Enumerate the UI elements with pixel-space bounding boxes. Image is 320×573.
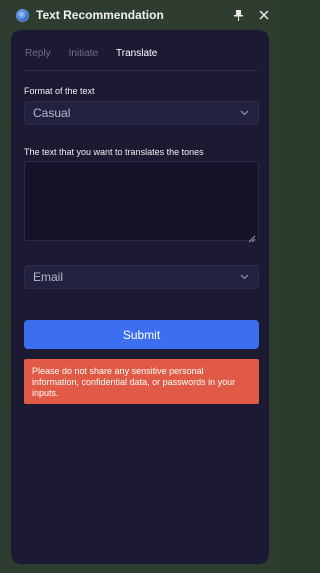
resize-handle-icon[interactable] (248, 230, 256, 243)
submit-button[interactable]: Submit (24, 320, 259, 349)
text-input-area[interactable] (24, 161, 259, 243)
channel-select[interactable]: Email (24, 265, 259, 289)
window-title: Text Recommendation (36, 8, 164, 22)
tab-reply[interactable]: Reply (25, 48, 51, 59)
tab-translate[interactable]: Translate (116, 48, 157, 59)
format-label: Format of the text (24, 86, 95, 96)
tab-initiate[interactable]: Initiate (69, 48, 98, 59)
app-window: Text Recommendation Reply Initiate Trans… (0, 0, 280, 573)
format-select[interactable]: Casual (24, 101, 259, 125)
tab-divider (24, 70, 258, 71)
app-logo-icon (16, 8, 29, 22)
main-panel: Reply Initiate Translate Format of the t… (11, 30, 269, 564)
title-actions (232, 9, 270, 21)
text-input-label: The text that you want to translates the… (24, 147, 204, 157)
channel-select-value: Email (33, 270, 64, 284)
close-icon[interactable] (258, 9, 270, 21)
title-bar: Text Recommendation (0, 0, 280, 30)
chevron-down-icon (240, 272, 250, 282)
format-select-value: Casual (33, 106, 71, 120)
chevron-down-icon (240, 108, 250, 118)
privacy-warning: Please do not share any sensitive person… (24, 359, 259, 404)
pin-icon[interactable] (232, 9, 244, 21)
tab-bar: Reply Initiate Translate (25, 48, 157, 59)
